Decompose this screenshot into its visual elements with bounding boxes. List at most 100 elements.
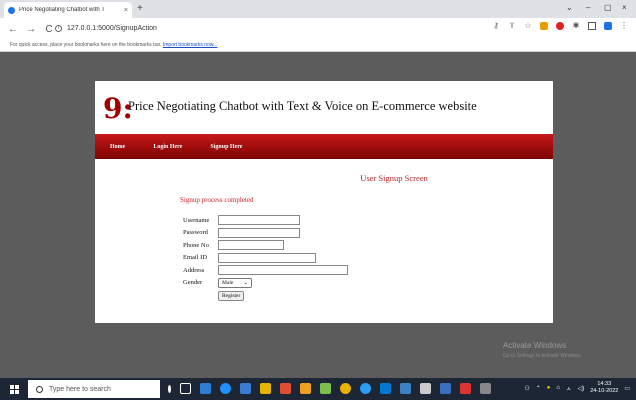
info-icon[interactable]: i (55, 25, 62, 32)
tab-search-icon[interactable]: ⌄ (566, 3, 573, 12)
watermark-title: Activate Windows (503, 341, 567, 350)
pinned-apps (168, 383, 491, 394)
key-icon[interactable]: ⚷ (492, 22, 500, 30)
new-tab-button[interactable]: + (137, 2, 143, 16)
profile-icon[interactable] (604, 22, 612, 30)
favicon-icon (8, 6, 15, 14)
signup-form: Username Password Phone No Email ID Addr… (183, 214, 348, 301)
gender-selected: Male (222, 279, 234, 286)
taskbar: Type here to search ⚇ ⌃ ● ⌂ ㅅ ◁) 14:33 2… (0, 378, 636, 400)
extension-icon[interactable] (556, 22, 564, 30)
menu-icon[interactable]: ⋮ (620, 22, 628, 30)
watermark-sub: Go to Settings to activate Windows. (503, 353, 582, 359)
status-message: Signup process completed (180, 196, 254, 204)
email-label: Email ID (183, 254, 208, 262)
task-view-icon[interactable] (180, 383, 191, 394)
app-icon[interactable] (420, 383, 431, 394)
phone-label: Phone No (183, 241, 209, 249)
nav-login[interactable]: Login Here (153, 144, 182, 150)
site-title: Price Negotiating Chatbot with Text & Vo… (128, 99, 477, 113)
star-icon[interactable]: ☆ (524, 22, 532, 30)
close-tab-icon[interactable]: × (124, 7, 128, 14)
nav-home[interactable]: Home (110, 144, 125, 150)
nav-bar: Home Login Here Signup Here (95, 134, 553, 159)
register-button[interactable]: Register (218, 291, 245, 301)
import-bookmarks-link[interactable]: Import bookmarks now... (163, 42, 217, 48)
gender-label: Gender (183, 279, 203, 287)
search-placeholder: Type here to search (49, 385, 111, 393)
tab-title: Price Negotiating Chatbot with T (19, 7, 105, 13)
password-label: Password (183, 229, 208, 237)
clock-time: 14:33 (597, 381, 612, 387)
tray-icon[interactable]: ● (547, 385, 551, 391)
mic-icon[interactable] (168, 385, 171, 393)
username-label: Username (183, 216, 210, 224)
form-row-phone: Phone No (183, 239, 348, 252)
taskbar-search[interactable]: Type here to search (28, 380, 160, 398)
puzzle-icon[interactable]: ✱ (572, 22, 580, 30)
form-row-address: Address (183, 264, 348, 277)
browser-toolbar: ← → C i 127.0.0.1:5000/SignupAction ⚷ ⇪ … (0, 18, 636, 40)
windows-start-icon[interactable] (10, 384, 24, 394)
chrome-icon[interactable] (340, 383, 351, 394)
forward-button[interactable]: → (26, 24, 36, 35)
browser-tab[interactable]: Price Negotiating Chatbot with T × (4, 2, 132, 18)
app-icon[interactable] (240, 383, 251, 394)
search-icon (36, 385, 43, 393)
app-icon[interactable] (360, 383, 371, 394)
app-icon[interactable] (200, 383, 211, 394)
app-icon[interactable] (380, 383, 391, 394)
edge-icon[interactable] (220, 383, 231, 394)
sidepanel-icon[interactable] (588, 22, 596, 30)
people-icon[interactable]: ⚇ (524, 385, 529, 392)
chevron-up-icon[interactable]: ⌃ (536, 385, 541, 392)
tab-strip: Price Negotiating Chatbot with T × + ⌄ –… (0, 0, 636, 18)
back-button[interactable]: ← (8, 24, 18, 35)
address-label: Address (183, 266, 205, 274)
app-icon[interactable] (300, 383, 311, 394)
email-input[interactable] (218, 252, 316, 263)
app-icon[interactable] (440, 383, 451, 394)
system-tray: ⚇ ⌃ ● ⌂ ㅅ ◁) 14:33 24-10-2022 ▭ (524, 381, 630, 395)
clock-date: 24-10-2022 (590, 388, 619, 394)
language-icon[interactable]: ㅅ (566, 384, 572, 393)
username-input[interactable] (218, 215, 300, 226)
site-header: 9: Price Negotiating Chatbot with Text &… (95, 81, 553, 133)
form-row-username: Username (183, 214, 348, 227)
reload-button[interactable]: C (44, 24, 54, 35)
extension-icons: ⚷ ⇪ ☆ ✱ ⋮ (492, 22, 628, 30)
form-row-gender: Gender Male ⌄ (183, 277, 348, 290)
minimize-button[interactable]: – (586, 3, 590, 12)
bookmarks-bar: For quick access, place your bookmarks h… (0, 40, 636, 52)
activation-watermark: Activate Windows Go to Settings to activ… (503, 341, 582, 361)
form-row-password: Password (183, 227, 348, 240)
gender-select[interactable]: Male ⌄ (218, 277, 252, 288)
page-viewport: 9: Price Negotiating Chatbot with Text &… (0, 53, 636, 378)
close-window-button[interactable]: × (622, 3, 627, 12)
form-row-email: Email ID (183, 252, 348, 265)
phone-input[interactable] (218, 240, 284, 251)
password-input[interactable] (218, 227, 300, 238)
page-container: 9: Price Negotiating Chatbot with Text &… (95, 81, 553, 323)
url-text: 127.0.0.1:5000/SignupAction (67, 25, 157, 32)
folder-icon[interactable] (260, 383, 271, 394)
share-icon[interactable]: ⇪ (508, 22, 516, 30)
bookmarks-hint: For quick access, place your bookmarks h… (10, 42, 162, 48)
app-icon[interactable] (480, 383, 491, 394)
app-icon[interactable] (400, 383, 411, 394)
extension-icon[interactable] (540, 22, 548, 30)
maximize-button[interactable]: ▢ (604, 3, 612, 12)
form-title-wrap: User Signup Screen (95, 173, 493, 183)
notification-icon[interactable]: ▭ (624, 385, 630, 392)
app-icon[interactable] (460, 383, 471, 394)
address-input[interactable] (218, 265, 348, 276)
form-title: User Signup Screen (360, 173, 428, 183)
network-icon[interactable]: ⌂ (556, 385, 560, 391)
address-bar[interactable]: i 127.0.0.1:5000/SignupAction (55, 21, 475, 36)
chevron-down-icon: ⌄ (243, 279, 248, 286)
volume-icon[interactable]: ◁) (578, 385, 585, 392)
nav-signup[interactable]: Signup Here (210, 144, 242, 150)
clock[interactable]: 14:33 24-10-2022 (590, 381, 618, 395)
app-icon[interactable] (320, 383, 331, 394)
app-icon[interactable] (280, 383, 291, 394)
